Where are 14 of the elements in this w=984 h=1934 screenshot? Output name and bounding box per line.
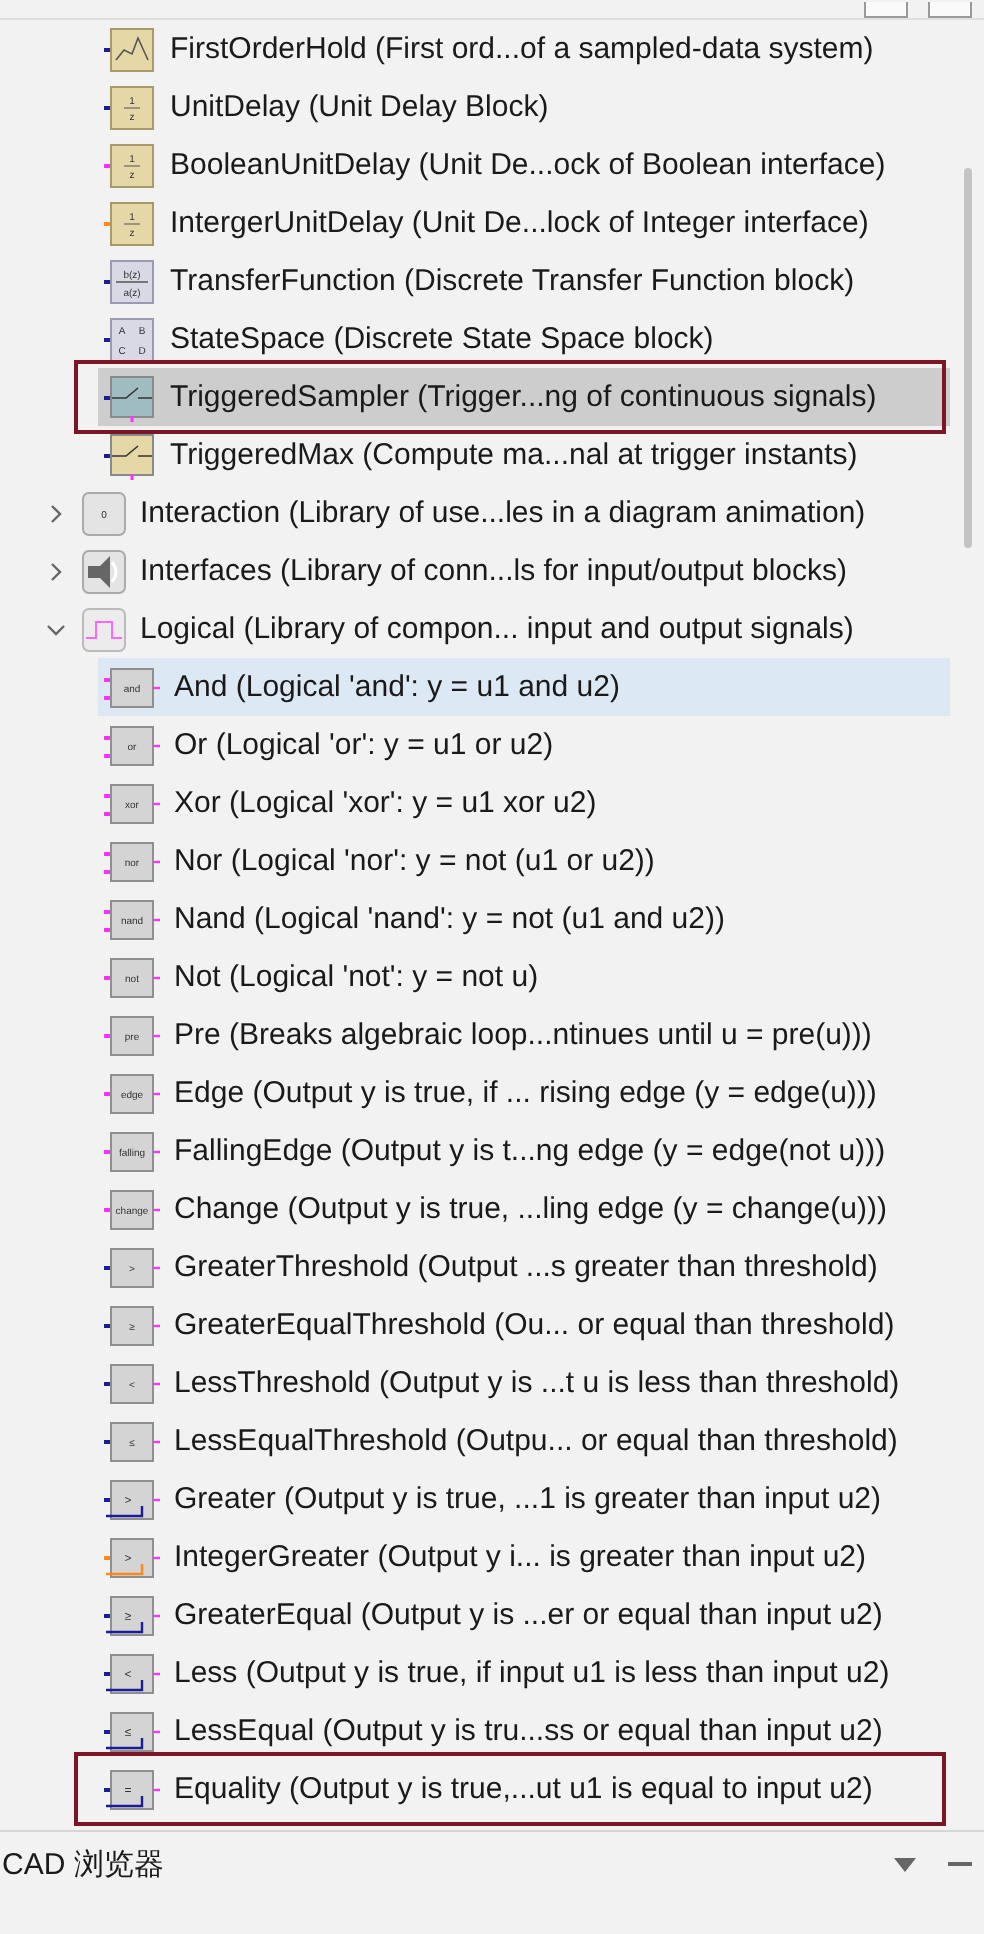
speaker-icon — [82, 549, 126, 593]
panel-button[interactable] — [864, 2, 908, 18]
tree-item[interactable]: FirstOrderHold (First ord...of a sampled-data system) — [98, 20, 950, 78]
panel-title: CAD 浏览器 — [2, 1845, 166, 1883]
tree-item[interactable]: Interfaces (Library of conn...ls for input/output blocks) — [40, 542, 950, 600]
chevron-right-icon[interactable] — [46, 503, 66, 523]
dropdown-triangle-icon[interactable] — [894, 1857, 916, 1871]
tree-item[interactable]: Logical (Library of compon... input and output signals) — [40, 600, 950, 658]
chevron-right-icon[interactable] — [46, 561, 66, 581]
pulse-icon — [82, 607, 126, 651]
chevron-down-icon[interactable] — [46, 619, 66, 639]
panel-button[interactable] — [928, 2, 972, 18]
scrollbar-thumb[interactable] — [964, 168, 972, 548]
tree-item[interactable]: TriggeredMax (Compute ma...nal at trigger instants) — [98, 426, 950, 484]
